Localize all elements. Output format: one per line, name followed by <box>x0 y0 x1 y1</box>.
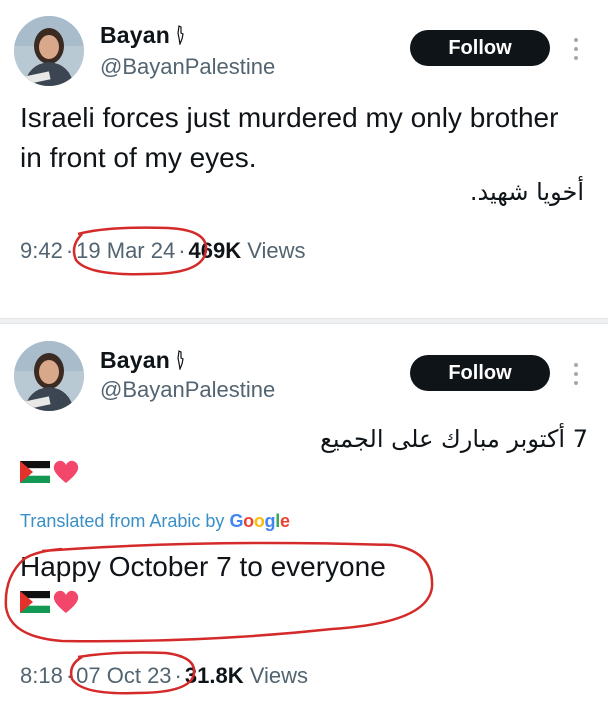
tweet-card: Bayan @BayanPalestine Follow 7 أكتوبر مب… <box>0 325 608 720</box>
google-logo-text: Google <box>229 511 290 531</box>
tweet-time[interactable]: 8:18 <box>20 663 63 688</box>
author-name[interactable]: Bayan <box>100 22 186 49</box>
tweet-metadata: 9:42 · 19 Mar 24 · 469K Views <box>20 238 306 264</box>
views-count[interactable]: 31.8K <box>185 663 244 688</box>
palestine-map-icon <box>177 25 184 45</box>
separator-dot: · <box>65 663 74 688</box>
tweet-text: Israeli forces just murdered my only bro… <box>20 102 559 173</box>
translated-tweet-text: Happy October 7 to everyone <box>20 551 386 582</box>
more-vertical-icon[interactable] <box>566 359 586 389</box>
views-label: Views <box>247 238 306 263</box>
follow-button[interactable]: Follow <box>410 355 550 391</box>
more-vertical-icon[interactable] <box>566 34 586 64</box>
palestine-map-icon <box>177 350 184 370</box>
avatar[interactable] <box>14 16 84 86</box>
author-name[interactable]: Bayan <box>100 347 186 374</box>
tweet-card: Bayan @BayanPalestine Follow Israeli for… <box>0 0 608 318</box>
heart-icon <box>53 460 79 483</box>
translation-attribution[interactable]: Translated from Arabic by Google <box>20 511 290 532</box>
avatar[interactable] <box>14 341 84 411</box>
separator-dot: · <box>178 238 186 263</box>
heart-icon <box>53 590 79 613</box>
tweet-divider <box>0 318 608 324</box>
tweet-arabic-text: 7 أكتوبر مبارك على الجميع <box>320 425 588 453</box>
translated-label: Translated from Arabic by <box>20 511 225 531</box>
palestine-flag-icon <box>20 461 50 483</box>
tweet-date[interactable]: 07 Oct 23 <box>76 663 171 688</box>
emoji-row <box>20 589 80 619</box>
follow-button[interactable]: Follow <box>410 30 550 66</box>
author-handle[interactable]: @BayanPalestine <box>100 54 275 80</box>
palestine-flag-icon <box>20 591 50 613</box>
separator-dot: · <box>174 663 182 688</box>
emoji-row <box>20 459 80 489</box>
tweet-date[interactable]: 19 Mar 24 <box>76 238 175 263</box>
author-handle[interactable]: @BayanPalestine <box>100 377 275 403</box>
tweet-time[interactable]: 9:42 <box>20 238 63 263</box>
views-label: Views <box>249 663 309 688</box>
tweet-metadata: 8:18 · 07 Oct 23 · 31.8K Views <box>20 663 308 689</box>
tweet-arabic-text: أخويا شهيد. <box>469 178 584 206</box>
views-count[interactable]: 469K <box>189 238 242 263</box>
separator-dot: · <box>65 238 74 263</box>
